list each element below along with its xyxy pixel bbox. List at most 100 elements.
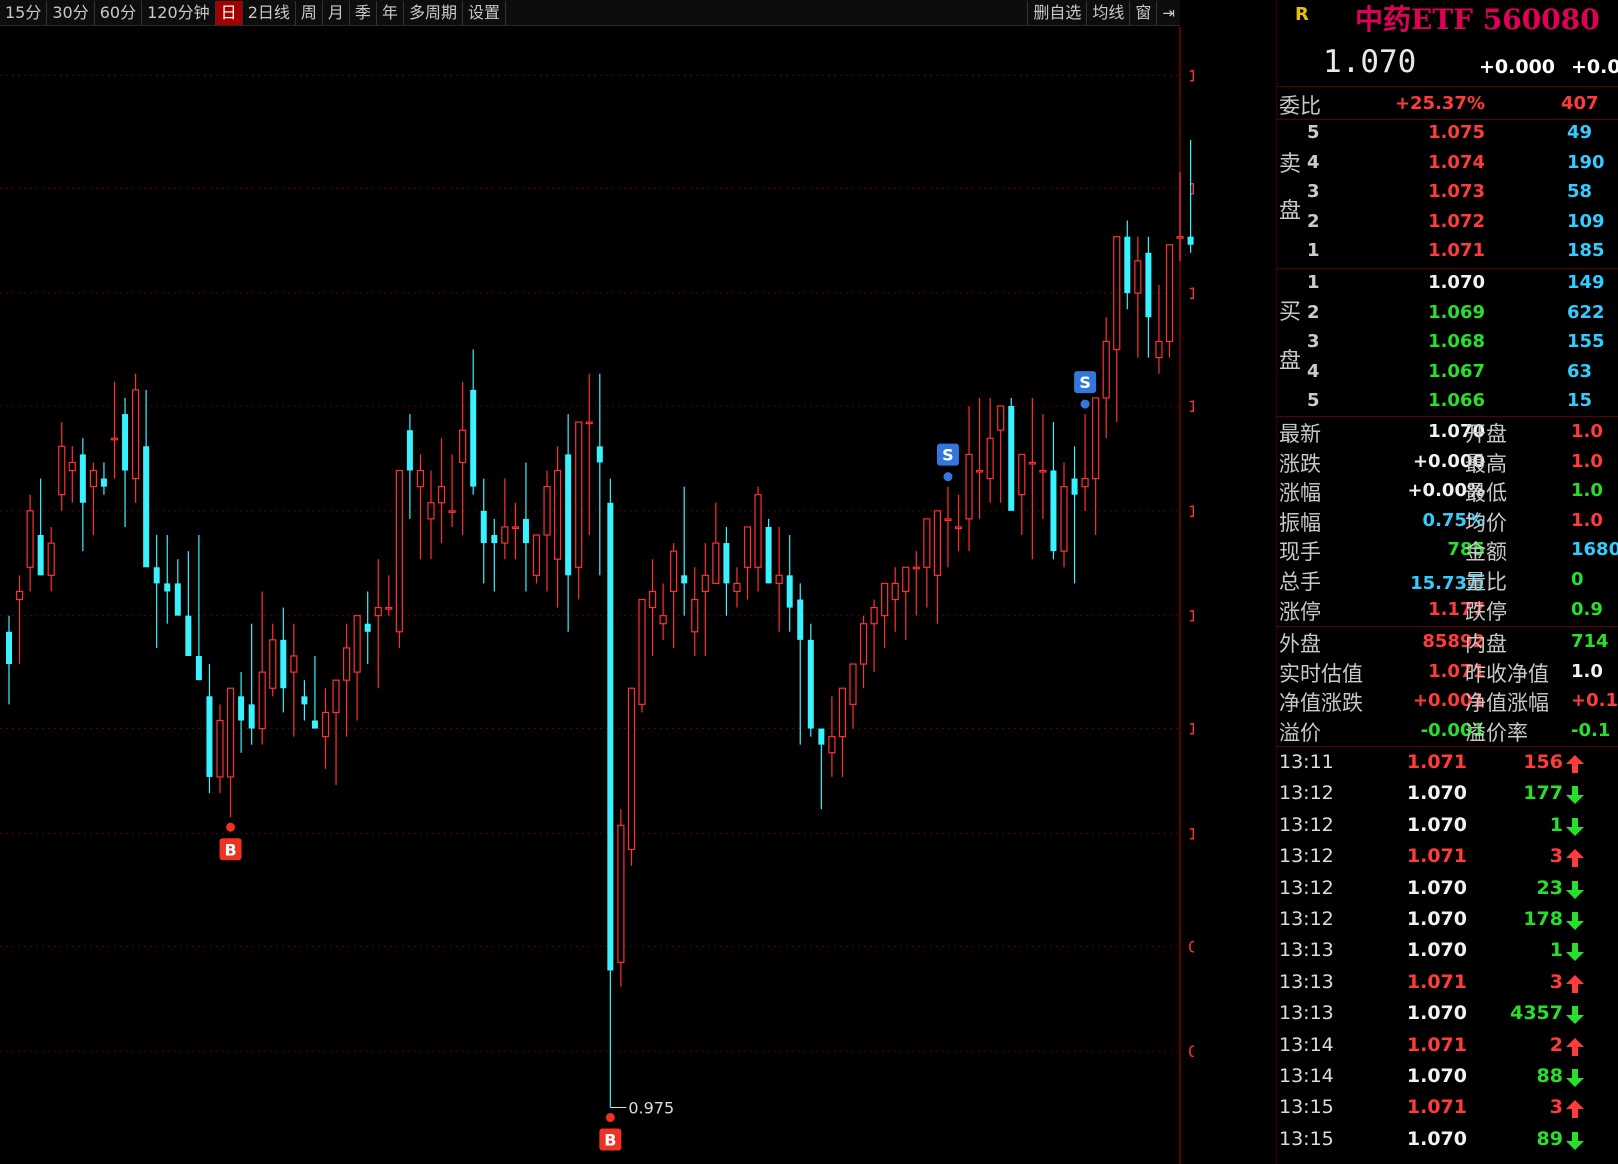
period-tab-6[interactable]: 周 [296,1,323,25]
candle [1060,462,1068,568]
divider [1277,268,1618,269]
tool-button-2[interactable]: 窗 [1129,1,1156,25]
candle [1134,236,1142,358]
candle [301,680,308,721]
period-tab-11[interactable]: 设置 [463,1,506,25]
tick-time: 13:13 [1279,970,1334,993]
tick-volume: 178 [1523,908,1563,930]
candle [206,664,213,794]
candle [522,462,529,592]
bid-volume: 155 [1567,331,1605,352]
tick-price: 1.071 [1406,845,1467,868]
tick-time: 13:12 [1279,782,1334,805]
candle [627,687,636,866]
orderbook-level: 5 [1307,390,1320,411]
tick-time: 13:12 [1279,813,1334,836]
period-tab-5[interactable]: 2日线 [243,1,296,25]
candle [681,486,688,616]
tick-volume: 23 [1536,876,1563,899]
candle [174,559,181,616]
arrow-down-icon [1566,880,1584,899]
candle [638,598,646,713]
tick-time: 13:14 [1279,1065,1334,1087]
period-tab-4[interactable]: 日 [215,1,243,25]
candle [374,559,382,689]
arrow-up-icon [1566,755,1584,773]
bid-volume: 15 [1567,390,1593,411]
orderbook-level: 2 [1307,210,1320,232]
candle [185,551,192,656]
period-tab-7[interactable]: 月 [323,1,350,25]
orderbook-level: 3 [1307,181,1320,202]
buy-signal-label: B [224,840,236,859]
candlestick-chart[interactable]: 1.1031.0891.0761.0621.0491.0361.0221.009… [0,27,1194,1164]
candle [226,687,235,818]
candle [933,510,942,624]
tool-button-1[interactable]: 均线 [1086,1,1129,25]
stat-value: 1.0 [1571,480,1603,502]
sell-signal-label: S [942,446,954,465]
divider [1277,416,1618,417]
period-toolbar: 15分 30分 60分 120分钟日 2日线周月季年多周期 设置 删自选 均线窗 ⇥ [0,0,1180,26]
candle [491,518,498,592]
period-tab-9[interactable]: 年 [377,1,404,25]
stat-label: 开盘 [1465,422,1507,446]
tick-price: 1.070 [1406,908,1467,930]
tick-volume: 3 [1549,1096,1563,1119]
arrow-down-icon [1566,1006,1584,1025]
collapse-right-icon[interactable]: ⇥ [1156,1,1180,25]
stat-label: 跌停 [1465,599,1507,624]
candle [68,446,76,503]
app-window: 15分30分60分120分钟日2日线周月季年多周期设置 删自选均线窗⇥ 1.10… [0,0,1618,1164]
candle [79,438,86,552]
tick-volume: 177 [1523,782,1563,805]
period-tab-0[interactable]: 15分 [0,1,48,25]
candle [437,438,446,544]
ask-volume: 58 [1567,181,1593,202]
weibi-diff: 407 [1561,93,1599,114]
bid-volume: 63 [1567,360,1593,382]
period-tabs: 15分 30分 60分 120分钟日 2日线周月季年多周期 设置 [0,0,506,26]
ask-volume: 49 [1567,122,1593,143]
buy-side-label-top: 买 [1278,300,1301,325]
tool-button-0[interactable]: 删自选 [1027,1,1086,25]
tick-price: 1.070 [1406,813,1467,836]
candle [321,688,330,769]
orderbook-level: 1 [1307,272,1320,293]
candle [986,397,994,503]
tick-price: 1.071 [1406,970,1467,993]
tick-volume: 3 [1549,970,1563,993]
period-tab-2[interactable]: 60分 [95,1,143,25]
orderbook-level: 2 [1307,301,1320,323]
period-tab-10[interactable]: 多周期 [404,1,463,25]
price-axis-label: 1.062 [1188,397,1194,416]
candle [807,623,814,737]
candle [585,373,593,536]
stat-value: 1.0 [1571,509,1603,531]
period-tab-1[interactable]: 30分 [47,1,95,25]
candle [353,615,361,721]
bid-price: 1.067 [1428,360,1485,382]
period-tab-8[interactable]: 季 [350,1,377,25]
sell-side-label-top: 卖 [1278,152,1301,177]
candle [691,567,699,656]
arrow-down-icon [1566,1069,1584,1087]
tick-time: 13:11 [1279,751,1334,773]
candle [395,469,403,648]
sell-side-label-bottom: 盘 [1278,199,1301,224]
candle [532,534,541,584]
candle [870,599,878,673]
price-axis-label: 1.009 [1188,824,1194,843]
period-tab-3[interactable]: 120分钟 [142,1,216,25]
tick-time: 13:12 [1279,845,1334,868]
candle [828,696,836,777]
tick-volume: 4357 [1510,1002,1563,1025]
candle [912,551,920,616]
price-axis-label: 0.982 [1188,1042,1194,1061]
ask-volume: 109 [1567,210,1605,232]
price-change: +0.000 [1479,56,1556,78]
candle [849,663,857,729]
candle [280,607,287,713]
tick-volume: 1 [1549,813,1563,836]
candle [110,381,119,479]
